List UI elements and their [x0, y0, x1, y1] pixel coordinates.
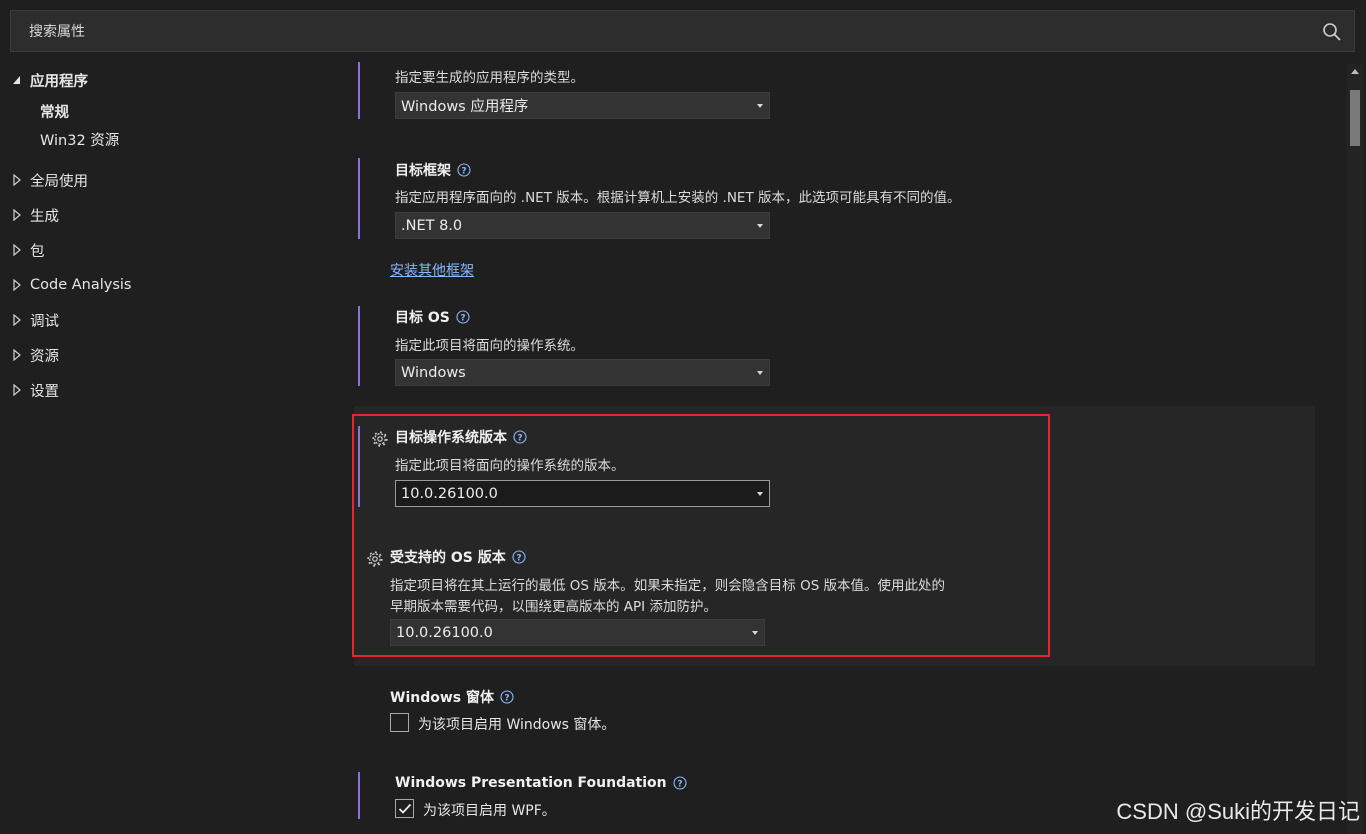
target-framework-description: 指定应用程序面向的 .NET 版本。根据计算机上安装的 .NET 版本，此选项可…: [395, 190, 961, 206]
section-accent-bar: [358, 62, 360, 119]
svg-text:?: ?: [504, 694, 509, 704]
help-icon[interactable]: ?: [673, 776, 687, 790]
vertical-scrollbar[interactable]: [1347, 64, 1363, 834]
install-other-frameworks-link[interactable]: 安装其他框架: [390, 260, 474, 280]
help-icon[interactable]: ?: [457, 163, 471, 177]
windows-forms-checkbox-label: 为该项目启用 Windows 窗体。: [418, 717, 616, 733]
help-icon[interactable]: ?: [500, 690, 514, 704]
checkmark-icon: [398, 803, 411, 814]
svg-text:?: ?: [460, 314, 465, 324]
annotation-highlight-box: [352, 414, 1050, 657]
chevron-down-icon: [757, 224, 763, 228]
wpf-label: Windows Presentation Foundation ?: [395, 773, 687, 793]
section-accent-bar: [358, 772, 360, 819]
watermark: CSDN @Suki的开发日记: [1116, 799, 1360, 824]
wpf-checkbox[interactable]: [395, 799, 414, 818]
section-accent-bar: [358, 158, 360, 239]
target-os-select[interactable]: Windows: [395, 359, 770, 386]
help-icon[interactable]: ?: [456, 310, 470, 324]
windows-forms-checkbox[interactable]: [390, 713, 409, 732]
svg-text:?: ?: [461, 167, 466, 177]
scroll-up-arrow-icon[interactable]: [1351, 69, 1359, 74]
app-type-description: 指定要生成的应用程序的类型。: [395, 70, 584, 86]
target-framework-select[interactable]: .NET 8.0: [395, 212, 770, 239]
target-os-description: 指定此项目将面向的操作系统。: [395, 338, 584, 354]
svg-text:?: ?: [677, 780, 682, 790]
section-accent-bar: [358, 306, 360, 386]
windows-forms-label: Windows 窗体 ?: [390, 687, 514, 707]
properties-panel: 指定要生成的应用程序的类型。 Windows 应用程序 目标框架 ? 指定应用程…: [0, 0, 1366, 834]
target-os-label: 目标 OS ?: [395, 307, 470, 327]
target-framework-label: 目标框架 ?: [395, 160, 471, 180]
wpf-checkbox-label: 为该项目启用 WPF。: [423, 803, 556, 819]
scrollbar-thumb[interactable]: [1350, 90, 1360, 146]
chevron-down-icon: [757, 371, 763, 375]
chevron-down-icon: [757, 104, 763, 108]
app-type-select[interactable]: Windows 应用程序: [395, 92, 770, 119]
